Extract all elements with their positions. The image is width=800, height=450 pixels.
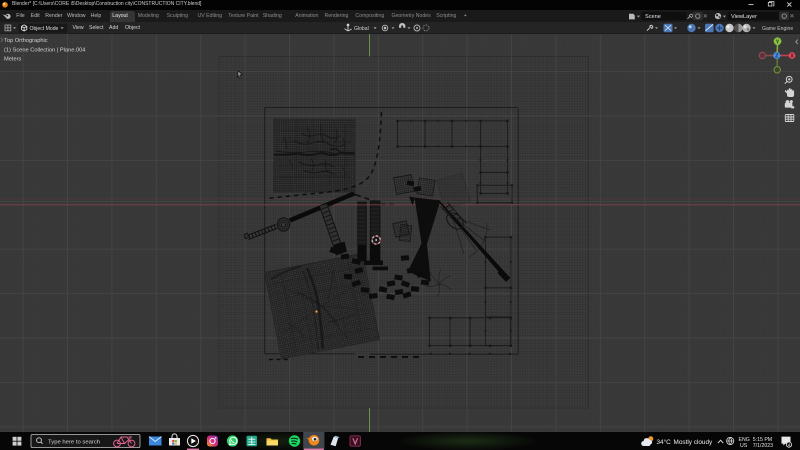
svg-text:5:15 PM: 5:15 PM <box>753 437 772 443</box>
svg-text:4: 4 <box>788 443 791 448</box>
svg-text:(1) Scene Collection | Plane.0: (1) Scene Collection | Plane.004 <box>4 48 85 54</box>
svg-text:Type here to search: Type here to search <box>48 439 100 445</box>
svg-text:US: US <box>740 443 748 449</box>
svg-text:34°C: 34°C <box>657 438 672 446</box>
svg-text:Global: Global <box>354 26 369 32</box>
svg-text:Top Orthographic: Top Orthographic <box>4 38 48 44</box>
svg-text:Y: Y <box>776 39 780 45</box>
svg-text:Mostly cloudy: Mostly cloudy <box>674 439 714 446</box>
svg-text:Scene: Scene <box>645 14 661 20</box>
svg-text:7/1/2023: 7/1/2023 <box>753 443 773 449</box>
svg-text:Game Engine: Game Engine <box>762 26 793 32</box>
svg-text:Meters: Meters <box>4 56 22 62</box>
svg-text:Object Mode: Object Mode <box>30 26 59 32</box>
svg-text:ENG: ENG <box>739 437 750 443</box>
svg-text:ViewLayer: ViewLayer <box>731 14 757 20</box>
